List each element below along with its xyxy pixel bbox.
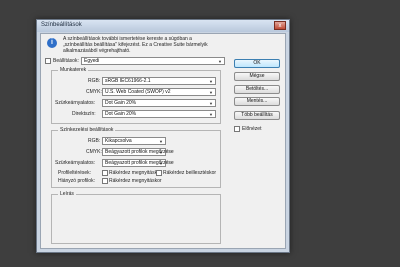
close-button[interactable]: x xyxy=(274,21,286,30)
chevron-down-icon: ▼ xyxy=(159,150,163,155)
settings-select[interactable]: Egyedi ▼ xyxy=(81,57,225,65)
chevron-down-icon: ▼ xyxy=(159,161,163,166)
working-spaces-title: Munkaterek xyxy=(58,67,89,73)
load-button[interactable]: Betöltés... xyxy=(234,85,280,94)
working-spaces-group: Munkaterek RGB: sRGB IEC61966-2.1 ▼ CMYK… xyxy=(51,67,221,124)
spot-workspace-select[interactable]: Dot Gain 20% ▼ xyxy=(102,110,216,118)
cancel-button[interactable]: Mégse xyxy=(234,72,280,81)
settings-value: Egyedi xyxy=(84,58,100,64)
missing-profiles-label: Hiányzó profilok: xyxy=(58,178,95,184)
spot-workspace-value: Dot Gain 20% xyxy=(105,111,137,117)
description-group: Leírás xyxy=(51,191,221,244)
cmyk-label: CMYK: xyxy=(86,89,102,95)
chevron-down-icon: ▼ xyxy=(209,90,213,95)
chevron-down-icon: ▼ xyxy=(209,101,213,106)
cmyk-policy-value: Beágyazott profilok megőrzése xyxy=(105,149,174,155)
window-title: Színbeállítások xyxy=(41,22,82,28)
policy-cmyk-label: CMYK: xyxy=(86,149,102,155)
chevron-down-icon: ▼ xyxy=(209,79,213,84)
cmyk-workspace-select[interactable]: U.S. Web Coated (SWOP) v2 ▼ xyxy=(102,88,216,96)
cmyk-policy-select[interactable]: Beágyazott profilok megőrzése ▼ xyxy=(102,148,174,156)
policy-gray-label: Szürkeárnyalatos: xyxy=(55,160,96,166)
rgb-label: RGB: xyxy=(88,78,101,84)
dialog-body: i A színbeállítások további ismertetése … xyxy=(40,33,286,249)
rgb-workspace-select[interactable]: sRGB IEC61966-2.1 ▼ xyxy=(102,77,216,85)
chevron-down-icon: ▼ xyxy=(218,59,222,64)
missing-ask-when-opening-label: Rákérdez megnyitáskor xyxy=(109,178,162,184)
preview-checkbox[interactable] xyxy=(234,126,240,132)
missing-ask-when-opening-checkbox[interactable] xyxy=(102,178,108,184)
gray-workspace-select[interactable]: Dot Gain 20% ▼ xyxy=(102,99,216,107)
gray-workspace-value: Dot Gain 20% xyxy=(105,100,137,106)
gray-policy-select[interactable]: Beágyazott profilok megőrzése ▼ xyxy=(102,159,174,167)
ask-when-pasting-label: Rákérdez beillesztéskor xyxy=(163,170,217,176)
gray-policy-value: Beágyazott profilok megőrzése xyxy=(105,160,174,166)
save-button[interactable]: Mentés... xyxy=(234,97,280,106)
settings-label: Beállítások: xyxy=(53,58,79,64)
more-options-button[interactable]: Több beállítás xyxy=(234,111,280,120)
description-group-title: Leírás xyxy=(58,191,76,197)
ok-button[interactable]: OK xyxy=(234,59,280,68)
description-line: alkalmazásából végrehajtható. xyxy=(63,48,131,54)
color-management-policies-group: Színkezelési beállítások RGB: Kikapcsolv… xyxy=(51,127,221,188)
spot-label: Direktszín: xyxy=(72,111,96,117)
ask-when-opening-label: Rákérdez megnyitáskor xyxy=(109,170,162,176)
info-icon: i xyxy=(47,38,57,48)
policy-rgb-label: RGB: xyxy=(88,138,101,144)
chevron-down-icon: ▼ xyxy=(159,139,163,144)
color-settings-dialog: Színbeállítások x i A színbeállítások to… xyxy=(36,19,290,253)
chevron-down-icon: ▼ xyxy=(209,112,213,117)
settings-checkbox[interactable] xyxy=(45,58,51,64)
ask-when-pasting-checkbox[interactable] xyxy=(156,170,162,176)
preview-label: Előnézet xyxy=(242,126,262,132)
policies-title: Színkezelési beállítások xyxy=(58,127,116,133)
rgb-policy-value: Kikapcsolva xyxy=(105,138,132,144)
title-bar[interactable]: Színbeállítások x xyxy=(37,20,289,32)
cmyk-workspace-value: U.S. Web Coated (SWOP) v2 xyxy=(105,89,171,95)
gray-label: Szürkeárnyalatos: xyxy=(55,100,96,106)
description-text: A színbeállítások további ismertetése ke… xyxy=(63,36,208,54)
profile-mismatch-label: Profileltérések: xyxy=(58,170,92,176)
ask-when-opening-checkbox[interactable] xyxy=(102,170,108,176)
rgb-policy-select[interactable]: Kikapcsolva ▼ xyxy=(102,137,166,145)
rgb-workspace-value: sRGB IEC61966-2.1 xyxy=(105,78,151,84)
